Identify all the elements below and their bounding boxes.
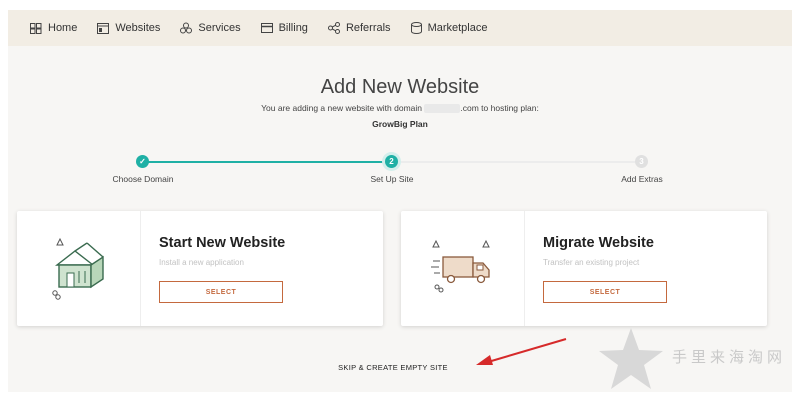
migrate-website-title: Migrate Website [543, 235, 654, 251]
nav-marketplace[interactable]: Marketplace [410, 22, 488, 34]
skip-create-empty-site-link[interactable]: SKIP & CREATE EMPTY SITE [0, 363, 786, 372]
home-icon [30, 22, 42, 34]
nav-referrals-label: Referrals [345, 22, 391, 34]
nav-billing-label: Billing [278, 22, 308, 34]
services-icon [180, 22, 193, 34]
house-icon [45, 235, 115, 310]
moving-truck-icon [429, 235, 501, 310]
websites-icon [97, 22, 110, 34]
page-title: Add New Website [320, 76, 480, 98]
start-new-website-card[interactable]: Start New Website Install a new applicat… [17, 211, 383, 326]
step-2-label: Set Up Site [370, 174, 414, 184]
top-navigation: Home Websites Services Billing Referrals… [8, 10, 792, 46]
step-1-label: Choose Domain [112, 174, 174, 184]
stepper-line-pending [392, 161, 642, 163]
card-divider [140, 211, 141, 326]
page-subtitle: You are adding a new website with domain… [0, 103, 800, 114]
card-divider [524, 211, 525, 326]
migrate-website-description: Transfer an existing project [543, 258, 640, 267]
marketplace-icon [410, 22, 422, 34]
start-new-website-description: Install a new application [159, 258, 244, 267]
step-1-check-icon: ✓ [136, 155, 149, 168]
step-3-marker: 3 [635, 155, 648, 168]
hosting-plan-name: GrowBig Plan [372, 119, 428, 129]
referrals-icon [327, 22, 340, 34]
redacted-domain [424, 104, 461, 114]
annotation-arrow [476, 338, 567, 365]
nav-home-label: Home [48, 22, 78, 34]
nav-billing[interactable]: Billing [260, 22, 308, 34]
step-3-label: Add Extras [621, 174, 663, 184]
migrate-website-card[interactable]: Migrate Website Transfer an existing pro… [401, 211, 767, 326]
step-2-marker: 2 [385, 155, 398, 168]
subtitle-text-after: to hosting plan: [481, 103, 539, 113]
stepper-line-complete [143, 161, 392, 163]
migrate-website-select-button[interactable]: SELECT [543, 281, 667, 303]
nav-websites[interactable]: Websites [97, 22, 160, 34]
subtitle-domain-tail: .com [460, 103, 479, 113]
watermark-star-icon [599, 328, 663, 389]
watermark-text: 手里来海淘网 [672, 348, 787, 366]
start-new-website-title: Start New Website [159, 235, 286, 251]
nav-home[interactable]: Home [30, 22, 77, 34]
nav-services-label: Services [198, 22, 241, 34]
nav-referrals[interactable]: Referrals [327, 22, 391, 34]
nav-marketplace-label: Marketplace [427, 22, 488, 34]
page-background [8, 10, 792, 392]
start-new-website-select-button[interactable]: SELECT [159, 281, 283, 303]
billing-icon [260, 23, 273, 33]
nav-websites-label: Websites [115, 22, 161, 34]
nav-services[interactable]: Services [180, 22, 241, 34]
subtitle-text-before: You are adding a new website with domain [261, 103, 422, 113]
